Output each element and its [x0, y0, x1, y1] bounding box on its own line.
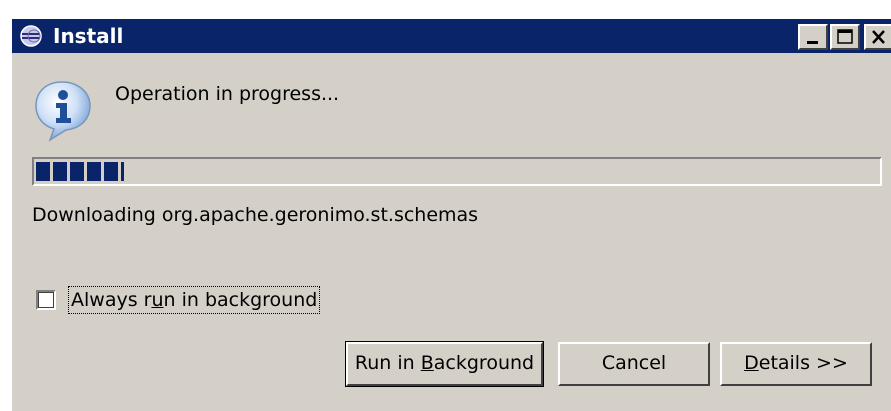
window-title: Install	[53, 24, 124, 48]
cancel-button[interactable]: Cancel	[558, 342, 710, 386]
button-label-part: etails >>	[758, 352, 848, 374]
details-button[interactable]: Details >>	[720, 342, 872, 386]
button-mnemonic: B	[420, 352, 434, 374]
title-bar[interactable]: Install	[12, 19, 891, 53]
label-part: Always r	[71, 289, 152, 311]
maximize-button[interactable]	[830, 24, 860, 50]
minimize-icon	[807, 41, 818, 44]
operation-message: Operation in progress...	[115, 83, 340, 105]
progress-fill	[36, 162, 124, 181]
always-background-label[interactable]: Always run in background	[68, 286, 321, 314]
info-icon	[35, 81, 91, 142]
eclipse-icon	[20, 25, 42, 47]
minimize-button[interactable]	[798, 24, 828, 50]
close-button[interactable]	[864, 24, 891, 50]
status-text: Downloading org.apache.geronimo.st.schem…	[32, 204, 479, 226]
always-background-checkbox[interactable]	[36, 290, 56, 310]
label-part: n in background	[163, 289, 318, 311]
progress-bar	[32, 157, 882, 186]
maximize-icon	[837, 29, 853, 44]
button-label-part: ackground	[433, 352, 535, 374]
close-icon	[872, 30, 885, 44]
button-mnemonic: D	[744, 352, 759, 374]
run-in-background-button[interactable]: Run in Background	[345, 341, 544, 387]
button-label: Cancel	[601, 352, 667, 374]
label-mnemonic: u	[151, 289, 164, 311]
button-label-part: Run in	[354, 352, 421, 374]
install-dialog: Install Operation in progress... Downloa…	[10, 17, 891, 411]
